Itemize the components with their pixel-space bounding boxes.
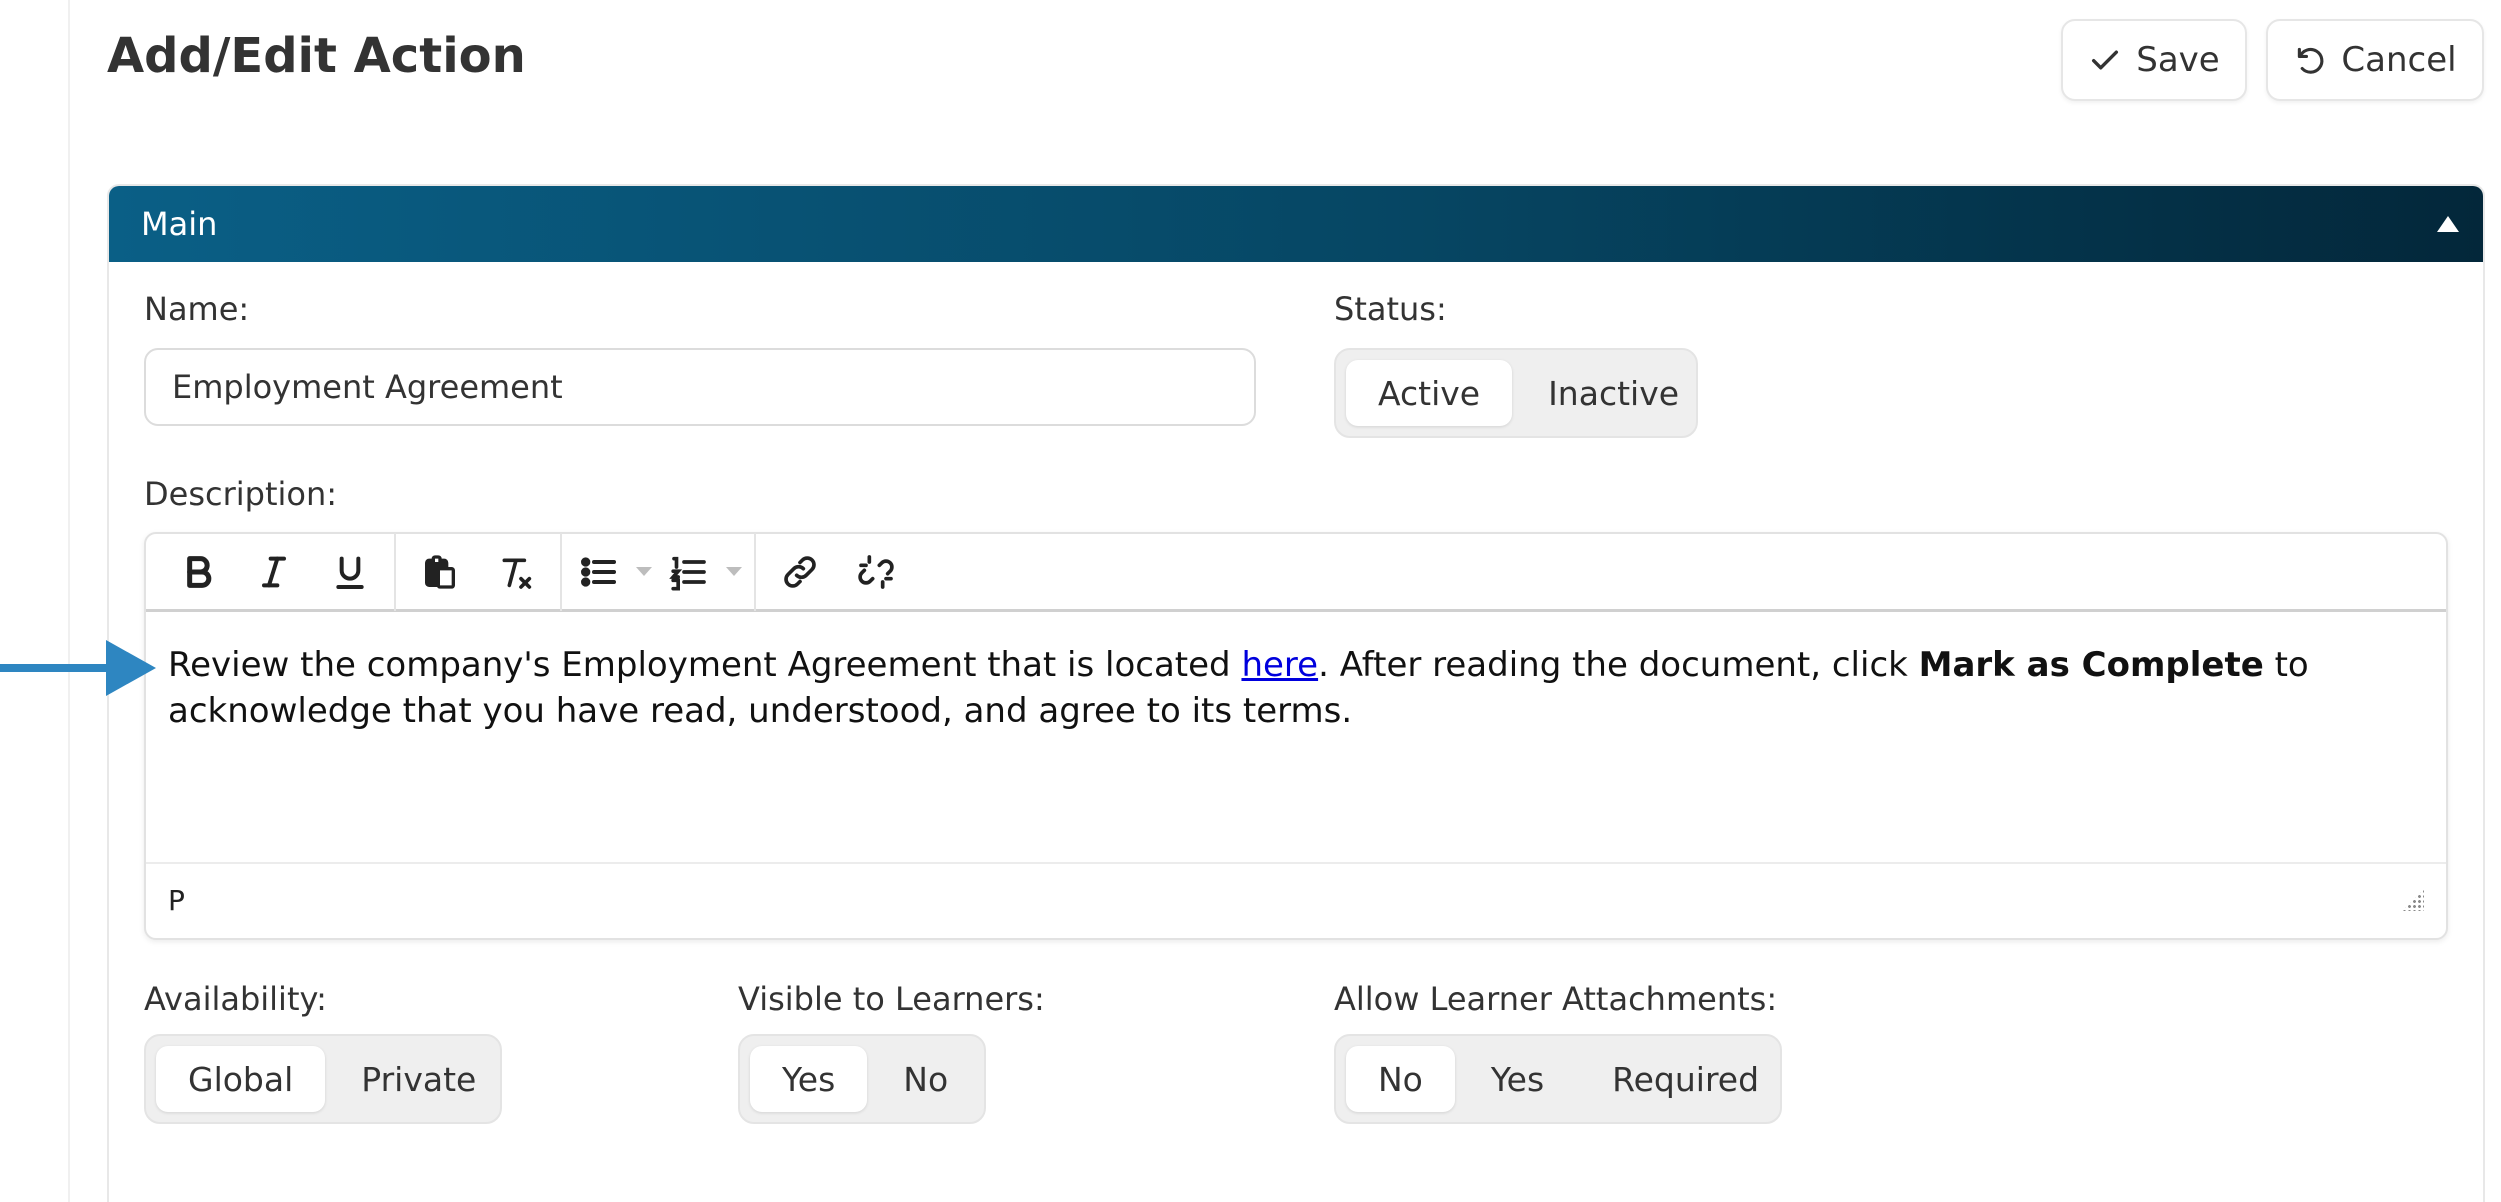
left-rail	[0, 0, 70, 1202]
visible-option-no[interactable]: No	[871, 1046, 980, 1112]
undo-icon	[2298, 47, 2324, 74]
chevron-down-icon	[726, 567, 742, 576]
link-icon	[784, 555, 816, 588]
toolbar-group-lists	[562, 532, 756, 611]
numbered-list-icon	[669, 556, 706, 590]
availability-label: Availability:	[144, 980, 327, 1018]
unlink-button[interactable]	[838, 540, 914, 604]
visible-to-learners-toggle: Yes No	[738, 1034, 986, 1124]
toolbar-group-clipboard	[396, 532, 562, 611]
cancel-button[interactable]: Cancel	[2266, 19, 2484, 101]
panel-title: Main	[141, 205, 218, 243]
bold-icon	[187, 555, 212, 588]
link-button[interactable]	[762, 540, 838, 604]
bullet-list-icon	[581, 556, 616, 587]
clear-formatting-icon	[502, 558, 532, 589]
element-path[interactable]: P	[168, 884, 185, 917]
description-editor: Review the company's Employment Agreemen…	[144, 532, 2448, 940]
paste-button[interactable]	[402, 540, 478, 604]
check-icon	[2092, 50, 2119, 70]
bullet-list-split	[568, 540, 658, 604]
resize-handle-icon[interactable]	[2402, 889, 2424, 911]
collapse-triangle-icon[interactable]	[2437, 216, 2459, 232]
description-text-2: . After reading the document, click	[1318, 645, 1919, 685]
italic-icon	[262, 556, 286, 587]
pointer-arrow-icon	[0, 640, 156, 696]
editor-status-bar: P	[146, 862, 2446, 936]
toolbar-group-links	[756, 533, 920, 611]
description-label: Description:	[144, 475, 338, 513]
name-label: Name:	[144, 290, 250, 328]
name-input[interactable]	[144, 348, 1256, 426]
visible-option-yes[interactable]: Yes	[750, 1046, 868, 1112]
clear-formatting-button[interactable]	[478, 540, 554, 604]
save-button[interactable]: Save	[2061, 19, 2247, 101]
bullet-list-dropdown[interactable]	[630, 540, 658, 604]
attachments-option-yes[interactable]: Yes	[1459, 1046, 1576, 1112]
availability-toggle: Global Private	[144, 1034, 502, 1124]
attachments-option-required[interactable]: Required	[1580, 1046, 1791, 1112]
status-option-active[interactable]: Active	[1346, 360, 1513, 426]
numbered-list-split	[658, 540, 748, 604]
save-label: Save	[2136, 40, 2220, 80]
attachments-option-no[interactable]: No	[1346, 1046, 1455, 1112]
underline-icon	[336, 556, 364, 589]
numbered-list-dropdown[interactable]	[720, 540, 748, 604]
allow-attachments-toggle: No Yes Required	[1334, 1034, 1782, 1124]
status-label: Status:	[1334, 290, 1447, 328]
page-title: Add/Edit Action	[107, 28, 526, 84]
description-content[interactable]: Review the company's Employment Agreemen…	[146, 612, 2446, 862]
description-text-1: Review the company's Employment Agreemen…	[168, 645, 1242, 685]
toolbar-group-format	[154, 532, 396, 611]
cancel-label: Cancel	[2341, 40, 2457, 80]
allow-attachments-label: Allow Learner Attachments:	[1334, 980, 1778, 1018]
availability-option-private[interactable]: Private	[329, 1046, 508, 1112]
italic-button[interactable]	[236, 540, 312, 604]
panel-header[interactable]: Main	[109, 186, 2483, 262]
bullet-list-button[interactable]	[568, 540, 630, 604]
status-toggle: Active Inactive	[1334, 348, 1698, 438]
availability-option-global[interactable]: Global	[156, 1046, 326, 1112]
numbered-list-button[interactable]	[658, 540, 720, 604]
bold-button[interactable]	[160, 540, 236, 604]
document-link[interactable]: here	[1241, 645, 1318, 685]
editor-toolbar	[146, 532, 2446, 612]
chevron-down-icon	[636, 567, 652, 576]
status-option-inactive[interactable]: Inactive	[1516, 360, 1711, 426]
visible-to-learners-label: Visible to Learners:	[738, 980, 1045, 1018]
unlink-icon	[858, 554, 894, 589]
underline-button[interactable]	[312, 540, 388, 604]
description-bold-text: Mark as Complete	[1918, 645, 2264, 685]
paste-icon	[425, 554, 455, 589]
